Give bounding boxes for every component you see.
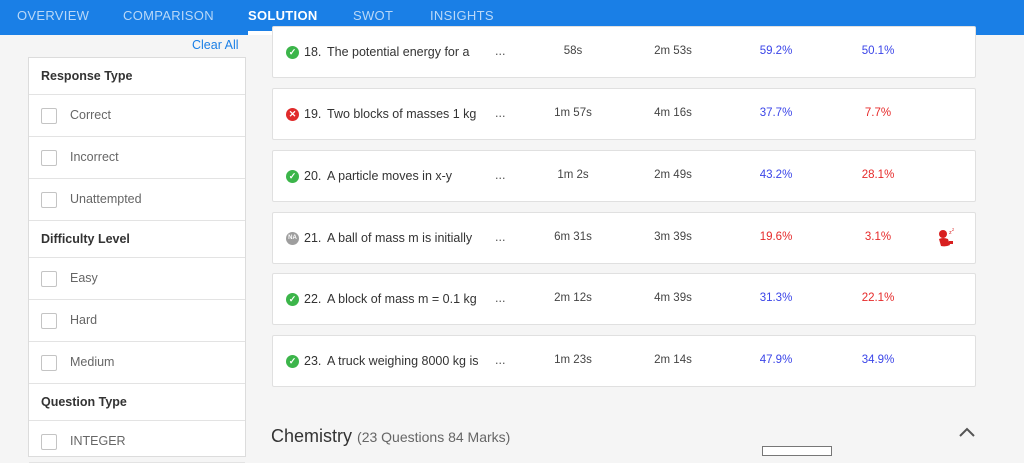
time-you: 1m 2s — [557, 169, 589, 181]
percent-2: 34.9% — [861, 354, 895, 366]
section-title: Chemistry — [271, 426, 353, 446]
tooltip-fragment — [762, 446, 832, 456]
question-number: 22. — [304, 292, 322, 306]
correct-check-icon: ✓ — [286, 170, 299, 183]
tab-overview[interactable]: OVERVIEW — [17, 8, 89, 23]
filter-option-label: Easy — [70, 271, 98, 285]
filter-panel: Response Type Correct Incorrect Unattemp… — [28, 57, 246, 463]
filter-option-label: Hard — [70, 313, 98, 327]
percent-2: 3.1% — [864, 231, 892, 243]
question-text: A block of mass m = 0.1 kg — [327, 292, 477, 306]
clear-all-link[interactable]: Clear All — [192, 38, 239, 52]
percent-2: 50.1% — [861, 45, 895, 57]
tab-solution[interactable]: SOLUTION — [248, 8, 318, 23]
percent-1: 59.2% — [759, 45, 793, 57]
tab-swot[interactable]: SWOT — [353, 8, 393, 23]
response-type-heading: Response Type — [29, 58, 245, 95]
time-you: 6m 31s — [554, 231, 592, 243]
time-you: 1m 23s — [554, 354, 592, 366]
filter-option-label: Medium — [70, 355, 115, 369]
chevron-up-icon[interactable] — [958, 426, 976, 438]
question-number: 20. — [304, 169, 322, 183]
question-row[interactable]: ✓ 22. A block of mass m = 0.1 kg ... 2m … — [272, 273, 976, 325]
question-row[interactable]: ✕ 19. Two blocks of masses 1 kg ... 1m 5… — [272, 88, 976, 140]
checkbox[interactable] — [41, 434, 57, 450]
question-number: 23. — [304, 354, 322, 368]
question-number: 19. — [304, 107, 322, 121]
question-ellipsis: ... — [495, 291, 506, 305]
filter-option-incorrect[interactable]: Incorrect — [29, 137, 245, 179]
filter-option-unattempted[interactable]: Unattempted — [29, 179, 245, 221]
percent-2: 28.1% — [861, 169, 895, 181]
checkbox[interactable] — [41, 271, 57, 287]
correct-check-icon: ✓ — [286, 355, 299, 368]
filter-option-label: INTEGER — [70, 434, 126, 448]
time-you: 58s — [563, 45, 583, 57]
checkbox[interactable] — [41, 313, 57, 329]
percent-1: 47.9% — [759, 354, 793, 366]
sleeping-person-icon: z z — [939, 228, 954, 247]
section-subtitle: (23 Questions 84 Marks) — [357, 429, 511, 445]
question-type-heading: Question Type — [29, 384, 245, 421]
checkbox[interactable] — [41, 150, 57, 166]
question-number: 21. — [304, 231, 322, 245]
percent-1: 37.7% — [759, 107, 793, 119]
checkbox[interactable] — [41, 355, 57, 371]
question-ellipsis: ... — [495, 106, 506, 120]
percent-1: 43.2% — [759, 169, 793, 181]
question-row[interactable]: ✓ 18. The potential energy for a ... 58s… — [272, 26, 976, 78]
percent-1: 31.3% — [759, 292, 793, 304]
time-average: 2m 53s — [654, 45, 692, 57]
time-average: 4m 16s — [654, 107, 692, 119]
question-ellipsis: ... — [495, 168, 506, 182]
svg-text:z: z — [952, 228, 954, 232]
question-row[interactable]: ✓ 23. A truck weighing 8000 kg is ... 1m… — [272, 335, 976, 387]
section-heading[interactable]: Chemistry (23 Questions 84 Marks) — [271, 426, 510, 447]
filter-option-medium[interactable]: Medium — [29, 342, 245, 384]
question-text: The potential energy for a — [327, 45, 470, 59]
question-ellipsis: ... — [495, 44, 506, 58]
tab-insights[interactable]: INSIGHTS — [430, 8, 494, 23]
unattempted-na-icon: NA — [286, 232, 299, 245]
question-ellipsis: ... — [495, 353, 506, 367]
percent-2: 22.1% — [861, 292, 895, 304]
tab-comparison[interactable]: COMPARISON — [123, 8, 214, 23]
time-average: 4m 39s — [654, 292, 692, 304]
filter-option-label: Incorrect — [70, 150, 119, 164]
incorrect-cross-icon: ✕ — [286, 108, 299, 121]
filter-option-label: Unattempted — [70, 192, 142, 206]
percent-2: 7.7% — [864, 107, 892, 119]
time-average: 2m 14s — [654, 354, 692, 366]
time-average: 2m 49s — [654, 169, 692, 181]
filter-option-integer[interactable]: INTEGER — [29, 421, 245, 463]
checkbox[interactable] — [41, 108, 57, 124]
question-text: A particle moves in x-y — [327, 169, 453, 183]
question-row[interactable]: ✓ 20. A particle moves in x-y ... 1m 2s … — [272, 150, 976, 202]
question-row[interactable]: NA 21. A ball of mass m is initially ...… — [272, 212, 976, 264]
question-ellipsis: ... — [495, 230, 506, 244]
time-average: 3m 39s — [654, 231, 692, 243]
filter-option-hard[interactable]: Hard — [29, 300, 245, 342]
correct-check-icon: ✓ — [286, 293, 299, 306]
percent-1: 19.6% — [759, 231, 793, 243]
question-text: Two blocks of masses 1 kg — [327, 107, 477, 121]
filter-option-correct[interactable]: Correct — [29, 95, 245, 137]
time-you: 2m 12s — [554, 292, 592, 304]
question-number: 18. — [304, 45, 322, 59]
time-you: 1m 57s — [554, 107, 592, 119]
difficulty-level-heading: Difficulty Level — [29, 221, 245, 258]
filter-option-label: Correct — [70, 108, 111, 122]
question-text: A truck weighing 8000 kg is — [327, 354, 479, 368]
checkbox[interactable] — [41, 192, 57, 208]
correct-check-icon: ✓ — [286, 46, 299, 59]
filter-option-easy[interactable]: Easy — [29, 258, 245, 300]
question-text: A ball of mass m is initially — [327, 231, 473, 245]
